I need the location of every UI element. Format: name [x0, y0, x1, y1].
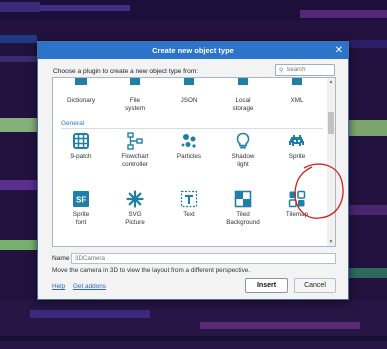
- dictionary-icon: [75, 78, 87, 85]
- plugin-dictionary[interactable]: Dictionary: [55, 78, 107, 113]
- close-icon[interactable]: ✕: [335, 42, 343, 59]
- scroll-down-icon[interactable]: ▼: [327, 238, 335, 246]
- plugin-row: Dictionary File system JSON Local storag…: [53, 78, 329, 113]
- name-row: Name: [52, 253, 336, 264]
- plugin-json[interactable]: JSON: [163, 78, 215, 113]
- plugin-label: 9-patch: [70, 153, 92, 160]
- plugin-tiled-background[interactable]: Tiled Background: [217, 190, 269, 227]
- plugin-label: Sprite font: [72, 211, 90, 226]
- plugin-9-patch[interactable]: 9-patch: [55, 132, 107, 169]
- plugin-row: SF Sprite font SVG Picture Text Tiled Ba…: [53, 190, 329, 227]
- plugin-xml[interactable]: XML: [271, 78, 323, 113]
- search-input[interactable]: [286, 67, 329, 73]
- plugin-shadow-light[interactable]: Shadow light: [217, 132, 269, 169]
- help-link[interactable]: Help: [52, 283, 65, 290]
- plugin-label: Local storage: [232, 97, 254, 112]
- plugin-sprite-font[interactable]: SF Sprite font: [55, 190, 107, 227]
- sprite-font-icon: SF: [73, 191, 89, 207]
- get-addons-link[interactable]: Get addons: [73, 283, 106, 290]
- plugin-label: Tiled Background: [226, 211, 260, 226]
- plugin-description: Move the camera in 3D to view the layout…: [52, 267, 251, 274]
- plugin-sprite[interactable]: Sprite: [271, 132, 323, 169]
- plugin-file-system[interactable]: File system: [109, 78, 161, 113]
- plugin-label: File system: [125, 97, 145, 112]
- section-title-general: General: [61, 120, 85, 127]
- plugin-label: Tilemap: [285, 211, 309, 218]
- footer-links: Help Get addons: [52, 283, 112, 290]
- plugin-particles[interactable]: Particles: [163, 132, 215, 169]
- plugin-label: JSON: [180, 97, 198, 104]
- dialog-title: Create new object type: [152, 46, 234, 55]
- nine-patch-icon: [73, 133, 89, 149]
- local-storage-icon: [238, 78, 248, 85]
- plugin-label: Shadow light: [231, 153, 255, 168]
- plugin-flowchart-controller[interactable]: Flowchart controller: [109, 132, 161, 169]
- flowchart-icon: [127, 132, 143, 150]
- cancel-button[interactable]: Cancel: [294, 278, 336, 293]
- plugin-label: Dictionary: [67, 97, 95, 104]
- plugin-label: Text: [183, 211, 195, 218]
- name-input[interactable]: [71, 253, 336, 264]
- plugin-local-storage[interactable]: Local storage: [217, 78, 269, 113]
- search-box[interactable]: ⚲: [275, 64, 335, 76]
- scrollbar-thumb[interactable]: [328, 112, 334, 134]
- plugin-text[interactable]: Text: [163, 190, 215, 227]
- text-icon: [180, 190, 198, 208]
- json-icon: [184, 78, 194, 85]
- svg-picture-icon: [126, 190, 144, 208]
- scroll-up-icon[interactable]: ▲: [327, 78, 335, 86]
- sprite-icon: [289, 135, 304, 146]
- plugin-label: Flowchart controller: [121, 153, 149, 168]
- plugin-label: Sprite: [288, 153, 306, 160]
- plugin-label: Particles: [176, 153, 202, 160]
- plugin-label: SVG Picture: [125, 211, 145, 226]
- plugin-svg-picture[interactable]: SVG Picture: [109, 190, 161, 227]
- tiled-background-icon: [234, 190, 252, 208]
- plugin-label: XML: [290, 97, 304, 104]
- plugin-list[interactable]: Dictionary File system JSON Local storag…: [52, 77, 336, 247]
- dialog-titlebar: Create new object type ✕: [38, 42, 348, 59]
- create-object-dialog: Create new object type ✕ Choose a plugin…: [37, 41, 349, 300]
- xml-icon: [292, 78, 302, 85]
- file-system-icon: [130, 78, 140, 85]
- plugin-row: 9-patch Flowchart controller Particles S…: [53, 132, 329, 169]
- tilemap-icon: [288, 190, 306, 208]
- particles-icon: [181, 134, 196, 148]
- dialog-prompt: Choose a plugin to create a new object t…: [53, 68, 199, 75]
- shadow-light-icon: [236, 132, 250, 149]
- search-icon: ⚲: [279, 67, 284, 74]
- plugin-tilemap[interactable]: Tilemap: [271, 190, 323, 227]
- svg-text:SF: SF: [76, 196, 86, 205]
- insert-button[interactable]: Insert: [245, 278, 288, 293]
- name-label: Name: [52, 255, 70, 262]
- scrollbar[interactable]: ▲ ▼: [327, 78, 335, 246]
- section-divider: [61, 128, 323, 129]
